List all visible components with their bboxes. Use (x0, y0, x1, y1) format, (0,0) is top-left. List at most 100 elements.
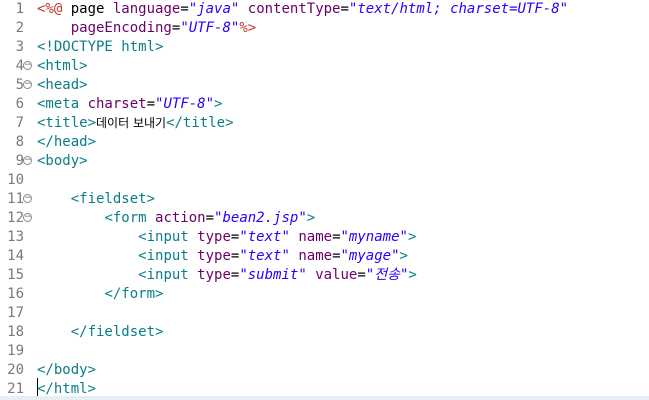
code-line[interactable]: 9− <body> (0, 152, 649, 171)
code-line[interactable]: 17 (0, 304, 649, 323)
code-line[interactable]: 12− <form action="bean2.jsp"> (0, 209, 649, 228)
code-line[interactable]: 11− <fieldset> (0, 190, 649, 209)
code-line[interactable]: 6 <meta charset="UTF-8"> (0, 95, 649, 114)
code-text: </body> (37, 361, 96, 380)
code-text: <html> (37, 57, 88, 76)
code-line[interactable]: 13 <input type="text" name="myname"> (0, 228, 649, 247)
code-token: > (407, 229, 417, 245)
code-line[interactable]: 14 <input type="text" name="myage"> (0, 247, 649, 266)
code-token: <input (138, 229, 198, 245)
code-token: = (332, 229, 341, 245)
code-token: = (332, 248, 341, 264)
code-token: = (180, 1, 189, 17)
code-line[interactable]: 7 <title>데이터 보내기</title> (0, 114, 649, 133)
code-text: </fieldset> (37, 323, 164, 342)
code-token: "submit" (239, 267, 307, 283)
line-number: 1 (15, 1, 24, 17)
code-line[interactable]: 4− <html> (0, 57, 649, 76)
collapse-fold-icon[interactable]: − (23, 194, 32, 203)
code-token: type (197, 248, 231, 264)
code-token: </title> (166, 115, 234, 131)
code-token: "myage" (340, 248, 400, 264)
horizontal-scrollbar[interactable] (0, 396, 649, 400)
code-line[interactable]: 15 <input type="submit" value="전송"> (0, 266, 649, 285)
code-line[interactable]: 20 </body> (0, 361, 649, 380)
code-text: <input type="text" name="myname"> (37, 228, 416, 247)
code-line[interactable]: 16 </form> (0, 285, 649, 304)
code-token: 데이터 보내기 (96, 116, 167, 130)
code-token: > (214, 96, 223, 112)
code-editor[interactable]: 1 <%@ page language="java" contentType="t… (0, 0, 649, 400)
line-number: 6 (15, 96, 24, 112)
collapse-fold-icon[interactable]: − (23, 156, 32, 165)
code-line[interactable]: 8 </head> (0, 133, 649, 152)
code-token: pageEncoding (70, 20, 172, 36)
code-line[interactable]: 5− <head> (0, 76, 649, 95)
code-token: "text" (239, 248, 290, 264)
code-text: </head> (37, 133, 96, 152)
code-token: </fieldset> (70, 324, 164, 340)
line-number: 17 (7, 305, 24, 321)
code-token: value (315, 267, 358, 283)
code-token: %> (239, 20, 257, 36)
code-text: <fieldset> (37, 190, 155, 209)
code-token: contentType (247, 1, 341, 17)
code-token: <input (138, 267, 198, 283)
line-number: 7 (15, 115, 24, 131)
code-token: name (298, 229, 333, 245)
collapse-fold-icon[interactable]: − (23, 213, 32, 222)
line-number: 12 (7, 210, 24, 226)
line-number: 11 (7, 191, 24, 207)
line-number: 20 (7, 362, 24, 378)
code-token: </form> (104, 286, 164, 302)
code-text: <input type="text" name="myage"> (37, 247, 408, 266)
code-line[interactable]: 2 pageEncoding="UTF-8"%> (0, 19, 649, 38)
code-text: pageEncoding="UTF-8"%> (37, 19, 256, 38)
code-token: </body> (37, 362, 97, 378)
code-line[interactable]: 1 <%@ page language="java" contentType="t… (0, 0, 649, 19)
line-number: 3 (15, 39, 24, 55)
code-token: page (62, 1, 113, 17)
code-line[interactable]: 19 (0, 342, 649, 361)
code-token: name (298, 248, 333, 264)
code-text: <input type="submit" value="전송"> (37, 266, 417, 285)
line-number: 13 (7, 229, 24, 245)
code-token: "UTF-8" (155, 96, 215, 112)
code-line[interactable]: 18 </fieldset> (0, 323, 649, 342)
code-token: </head> (37, 134, 97, 150)
code-token: = (340, 1, 349, 17)
code-token: "bean2.jsp" (214, 210, 307, 226)
code-text: <title>데이터 보내기</title> (37, 114, 234, 133)
code-text: <form action="bean2.jsp"> (37, 209, 315, 228)
code-text: </form> (37, 285, 163, 304)
code-token: > (399, 248, 408, 264)
code-line[interactable]: 3 <!DOCTYPE html> (0, 38, 649, 57)
code-text: <head> (37, 76, 88, 95)
code-token: "text/html; charset=UTF-8" (348, 1, 569, 17)
code-token: > (306, 210, 316, 226)
code-token: <input (138, 248, 198, 264)
code-token: language (112, 1, 181, 17)
code-token: <fieldset> (70, 191, 156, 207)
collapse-fold-icon[interactable]: − (23, 80, 32, 89)
line-number: 15 (7, 267, 24, 283)
code-line[interactable]: 10 (0, 171, 649, 190)
collapse-fold-icon[interactable]: − (23, 61, 32, 70)
code-text: <%@ page language="java" contentType="te… (37, 0, 568, 19)
code-token: "UTF-8" (180, 20, 240, 36)
line-number: 9 (15, 153, 24, 169)
line-number: 14 (7, 248, 24, 264)
code-token: </html> (37, 381, 97, 397)
code-token: "전송" (365, 267, 409, 283)
code-token: = (357, 267, 366, 283)
code-token: = (146, 96, 156, 112)
code-token: <body> (37, 153, 88, 169)
code-text: <meta charset="UTF-8"> (37, 95, 222, 114)
